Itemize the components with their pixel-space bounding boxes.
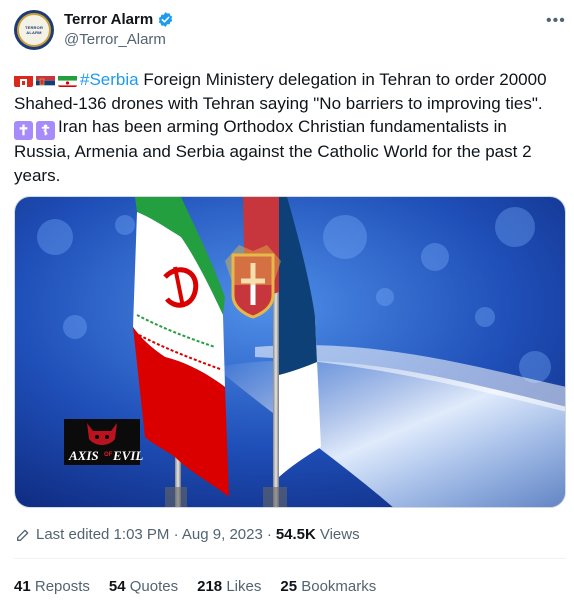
- iran-flag-icon: [58, 73, 77, 87]
- likes-stat[interactable]: 218 Likes: [197, 578, 261, 595]
- flag-emoji-icon: [14, 73, 33, 87]
- quotes-stat[interactable]: 54 Quotes: [109, 578, 178, 595]
- tweet-line-3: ✝ ☦ Iran has been arming Orthodox Christia…: [14, 115, 562, 140]
- views-count: 54.5K: [275, 526, 316, 543]
- logo-word-axis: AXIS: [68, 448, 99, 463]
- verified-badge-icon[interactable]: [157, 11, 174, 28]
- handle[interactable]: @Terror_Alarm: [64, 31, 166, 48]
- tweet-line-2: Shahed-136 drones with Tehran saying "No…: [14, 93, 543, 113]
- avatar[interactable]: TERROR ALARM: [14, 10, 54, 50]
- avatar-logo: TERROR ALARM: [17, 13, 51, 47]
- tweet-text: #Serbia Foreign Ministery delegation in …: [14, 68, 562, 187]
- tweet-image[interactable]: AXIS OF EVIL: [14, 196, 566, 508]
- views-label: Views: [319, 526, 360, 543]
- bookmarks-count: 25: [280, 578, 298, 595]
- quotes-count: 54: [108, 578, 126, 595]
- tweet-text-3: Iran has been arming Orthodox Christian …: [58, 117, 507, 136]
- likes-label: Likes: [226, 578, 262, 595]
- quotes-label: Quotes: [129, 578, 179, 595]
- tweet-text-1: Foreign Ministery delegation in Tehran t…: [138, 70, 547, 89]
- serbia-flag-icon: [36, 73, 55, 87]
- edited-timestamp[interactable]: Last edited 1:03 PM · Aug 9, 2023: [36, 526, 263, 543]
- reposts-label: Reposts: [34, 578, 90, 595]
- logo-word-of: OF: [104, 452, 113, 458]
- logo-word-evil: EVIL: [112, 448, 143, 463]
- engagement-stats: 41 Reposts 54 Quotes 218 Likes 25 Bookma…: [14, 578, 395, 595]
- tweet-meta: Last edited 1:03 PM · Aug 9, 2023 · 54.5…: [15, 526, 360, 543]
- bookmarks-stat[interactable]: 25 Bookmarks: [280, 578, 376, 595]
- flags-image: AXIS OF EVIL: [15, 197, 565, 507]
- reposts-count: 41: [14, 578, 31, 595]
- likes-count: 218: [197, 578, 223, 595]
- avatar-text-2: ALARM: [26, 30, 42, 35]
- bookmarks-label: Bookmarks: [301, 578, 377, 595]
- reposts-stat[interactable]: 41 Reposts: [14, 578, 90, 595]
- tweet-line-5: years.: [14, 165, 61, 185]
- divider: [14, 558, 566, 559]
- display-name[interactable]: Terror Alarm: [64, 11, 153, 28]
- axis-of-evil-logo: AXIS OF EVIL: [64, 419, 143, 465]
- meta-separator: ·: [266, 526, 272, 543]
- latin-cross-icon: ✝: [14, 121, 33, 140]
- name-row: Terror Alarm: [64, 11, 174, 28]
- hashtag-link[interactable]: #Serbia: [80, 70, 139, 89]
- tweet: TERROR ALARM Terror Alarm @Terror_Alarm …: [0, 0, 574, 600]
- more-icon[interactable]: •••: [546, 12, 566, 30]
- edit-icon: [17, 529, 29, 541]
- tweet-line-1: #Serbia Foreign Ministery delegation in …: [14, 68, 562, 92]
- orthodox-cross-icon: ☦: [36, 121, 55, 140]
- tweet-line-4: Russia, Armenia and Serbia against the C…: [14, 142, 532, 161]
